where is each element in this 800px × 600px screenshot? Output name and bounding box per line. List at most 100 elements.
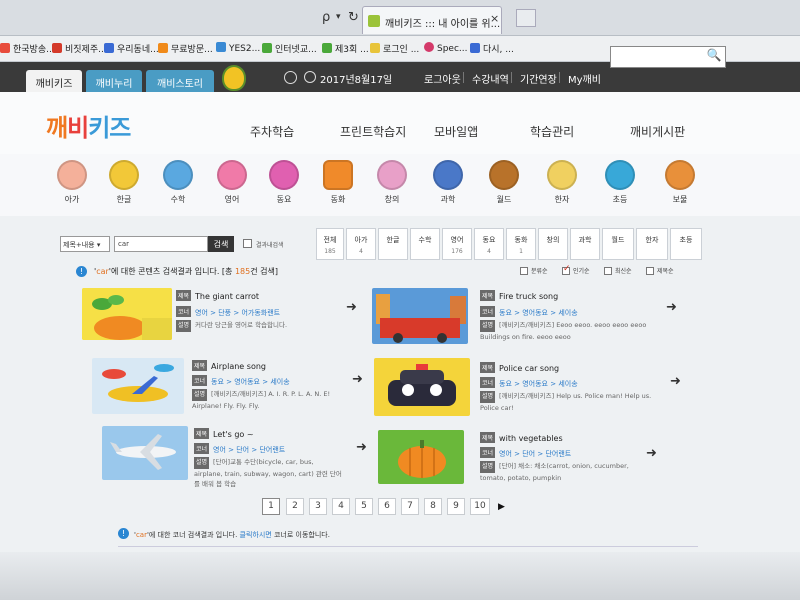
favorite-item[interactable]: 로그인 ... xyxy=(370,42,419,55)
result-thumbnail[interactable] xyxy=(102,426,188,480)
refresh-icon[interactable]: ↻ xyxy=(348,10,359,25)
result-thumbnail[interactable] xyxy=(372,288,468,344)
result-title[interactable]: 제목 Airplane song xyxy=(192,360,266,371)
category-tab-baby[interactable]: 아가 4 xyxy=(346,228,376,260)
result-title[interactable]: 제목 Fire truck song xyxy=(480,290,558,301)
menu-study-management[interactable]: 학습관리 xyxy=(530,123,574,140)
page-8-button[interactable]: 8 xyxy=(424,498,442,515)
site-tab-kkaebikids[interactable]: 깨비키즈 xyxy=(26,70,82,92)
result-path[interactable]: 코너 영어 > 단어 > 단어랜트 xyxy=(480,447,571,459)
category-tab-creative[interactable]: 창의 xyxy=(538,228,568,260)
result-path[interactable]: 코너 영어 > 단풍 > 어가동화랜트 xyxy=(176,306,280,318)
char-nav-baby[interactable]: 아가 xyxy=(48,160,96,205)
new-tab-button[interactable] xyxy=(516,9,536,27)
category-tab-elementary[interactable]: 초등 xyxy=(670,228,702,260)
favorite-item[interactable]: 인터넷교... xyxy=(262,42,317,55)
favorite-item[interactable]: 한국방송... xyxy=(0,42,55,55)
char-nav-english[interactable]: 영어 xyxy=(208,160,256,205)
site-logo[interactable]: 깨비키즈 xyxy=(46,108,131,143)
menu-board[interactable]: 깨비게시판 xyxy=(630,123,685,140)
category-tab-english[interactable]: 영어 176 xyxy=(442,228,472,260)
sort-checkbox[interactable] xyxy=(604,267,612,275)
tab-close-icon[interactable]: × xyxy=(490,12,499,25)
arrow-right-icon[interactable]: ➜ xyxy=(670,374,681,389)
result-thumbnail[interactable] xyxy=(82,288,172,340)
sort-checkbox[interactable] xyxy=(520,267,528,275)
my-kkaebi-link[interactable]: My깨비 xyxy=(568,71,601,86)
page-1-button[interactable]: 1 xyxy=(262,498,280,515)
menu-mobile-app[interactable]: 모바일앱 xyxy=(434,123,478,140)
char-nav-math[interactable]: 수학 xyxy=(154,160,202,205)
favorite-item[interactable]: YES2... xyxy=(216,42,260,54)
category-tab-math[interactable]: 수학 xyxy=(410,228,440,260)
char-nav-science[interactable]: 과학 xyxy=(424,160,472,205)
browser-tab-active[interactable]: 깨비키즈 ::: 내 아이를 위... xyxy=(362,6,502,34)
sort-option[interactable]: 제목순 xyxy=(646,266,674,275)
result-path[interactable]: 코너 영어 > 단어 > 단어랜트 xyxy=(194,443,285,455)
sort-option[interactable]: 분류순 xyxy=(520,266,548,275)
char-nav-song[interactable]: 동요 xyxy=(260,160,308,205)
site-tab-kkaebistory[interactable]: 깨비스토리 xyxy=(146,70,214,92)
favorite-item[interactable]: 제3회 ... xyxy=(322,42,369,55)
sort-option[interactable]: 인기순 xyxy=(562,264,590,275)
result-path[interactable]: 코너 동요 > 영어동요 > 세이송 xyxy=(480,306,578,318)
page-6-button[interactable]: 6 xyxy=(378,498,396,515)
category-tab-hangul[interactable]: 한글 xyxy=(378,228,408,260)
favorite-item[interactable]: 비짓제주... xyxy=(52,42,107,55)
char-nav-world[interactable]: 월드 xyxy=(480,160,528,205)
result-title[interactable]: 제목 The giant carrot xyxy=(176,290,259,301)
arrow-right-icon[interactable]: ➜ xyxy=(346,300,357,315)
address-search-icon[interactable]: ρ xyxy=(322,10,330,25)
arrow-right-icon[interactable]: ➜ xyxy=(352,372,363,387)
page-5-button[interactable]: 5 xyxy=(355,498,373,515)
result-thumbnail[interactable] xyxy=(374,358,470,416)
arrow-right-icon[interactable]: ➜ xyxy=(666,300,677,315)
sort-checkbox[interactable] xyxy=(646,267,654,275)
result-path[interactable]: 코너 동요 > 영어동요 > 세이송 xyxy=(480,377,578,389)
result-title[interactable]: 제목 Let's go ~ xyxy=(194,428,254,439)
site-tab-kkaebinuri[interactable]: 깨비누리 xyxy=(86,70,142,92)
favorite-item[interactable]: 다시, ... xyxy=(470,42,514,55)
page-10-button[interactable]: 10 xyxy=(470,498,490,515)
result-title[interactable]: 제목 with vegetables xyxy=(480,432,563,443)
page-7-button[interactable]: 7 xyxy=(401,498,419,515)
extend-period-link[interactable]: 기간연장 xyxy=(520,71,557,86)
favorite-item[interactable]: Spec... xyxy=(424,42,468,54)
page-4-button[interactable]: 4 xyxy=(332,498,350,515)
address-dropdown-icon[interactable]: ▾ xyxy=(336,12,341,22)
category-tab-science[interactable]: 과학 xyxy=(570,228,600,260)
search-input[interactable]: car xyxy=(114,236,208,252)
category-tab-world[interactable]: 월드 xyxy=(602,228,634,260)
search-icon[interactable]: 🔍 xyxy=(704,48,724,66)
page-2-button[interactable]: 2 xyxy=(286,498,304,515)
category-tab-story[interactable]: 동화 1 xyxy=(506,228,536,260)
arrow-right-icon[interactable]: ➜ xyxy=(646,446,657,461)
char-nav-treasure[interactable]: 보물 xyxy=(656,160,704,205)
page-9-button[interactable]: 9 xyxy=(447,498,465,515)
search-button[interactable]: 검색 xyxy=(208,236,234,252)
char-nav-story[interactable]: 동화 xyxy=(314,160,362,205)
result-path[interactable]: 코너 동요 > 영어동요 > 세이송 xyxy=(192,375,290,387)
next-page-icon[interactable]: ▶ xyxy=(498,502,505,512)
favorite-item[interactable]: 우리동네... xyxy=(104,42,159,55)
result-thumbnail[interactable] xyxy=(378,430,464,484)
logout-link[interactable]: 로그아웃 xyxy=(424,71,461,86)
char-nav-hanja[interactable]: 한자 xyxy=(538,160,586,205)
favorite-item[interactable]: 무료방문... xyxy=(158,42,213,55)
menu-weekly-learning[interactable]: 주차학습 xyxy=(250,123,294,140)
category-tab-hanja[interactable]: 한자 xyxy=(636,228,668,260)
page-3-button[interactable]: 3 xyxy=(309,498,327,515)
char-nav-elementary[interactable]: 초등 xyxy=(596,160,644,205)
search-type-select[interactable]: 제목+내용 ▾ xyxy=(60,236,110,252)
char-nav-hangul[interactable]: 한글 xyxy=(100,160,148,205)
menu-print-worksheet[interactable]: 프린트학습지 xyxy=(340,123,406,140)
char-nav-creative[interactable]: 창의 xyxy=(368,160,416,205)
result-title[interactable]: 제목 Police car song xyxy=(480,362,559,373)
result-thumbnail[interactable] xyxy=(92,358,184,414)
sort-option[interactable]: 최신순 xyxy=(604,266,632,275)
search-within-checkbox[interactable] xyxy=(243,239,252,248)
category-tab-all[interactable]: 전체 185 xyxy=(316,228,344,260)
sort-checkbox[interactable] xyxy=(562,264,571,275)
corner-link[interactable]: 클릭하시면 xyxy=(240,531,272,539)
arrow-right-icon[interactable]: ➜ xyxy=(356,440,367,455)
